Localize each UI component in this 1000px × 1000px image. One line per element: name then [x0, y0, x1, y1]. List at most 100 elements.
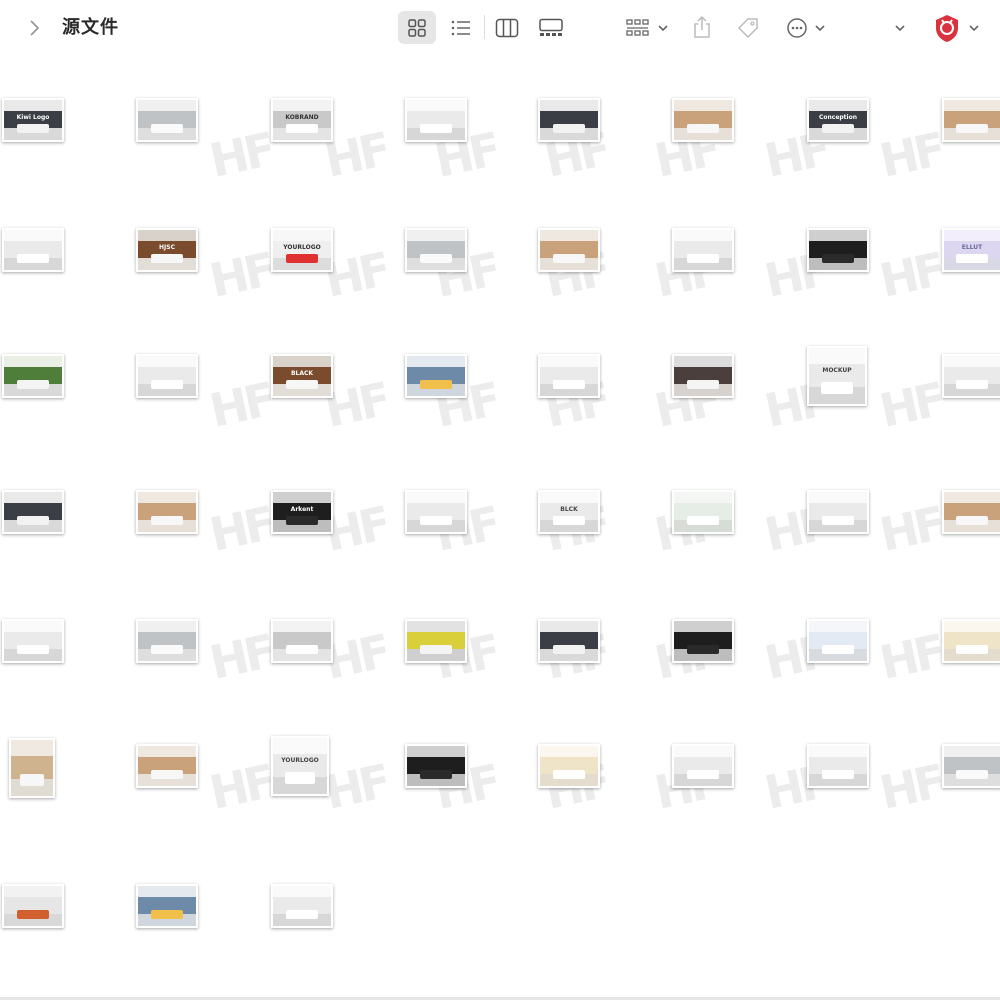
reception-desk — [284, 771, 316, 784]
watermark: HF — [205, 372, 277, 438]
file-thumbnail[interactable] — [405, 619, 467, 663]
file-thumbnail[interactable] — [405, 228, 467, 272]
file-thumbnail[interactable] — [942, 619, 1000, 663]
file-thumbnail[interactable] — [807, 228, 869, 272]
mockup-image — [674, 100, 732, 140]
group-grid-icon — [626, 18, 649, 36]
file-thumbnail[interactable]: Kiwi Logo — [2, 98, 64, 142]
ceiling — [407, 621, 465, 633]
file-thumbnail[interactable] — [672, 490, 734, 534]
reception-desk — [686, 124, 720, 133]
file-thumbnail[interactable]: Arkent — [271, 490, 333, 534]
mockup-image — [809, 492, 867, 532]
file-thumbnail[interactable] — [136, 354, 198, 398]
file-thumbnail[interactable]: YOURLOGO — [271, 736, 329, 796]
file-thumbnail[interactable] — [2, 490, 64, 534]
file-thumbnail[interactable] — [136, 884, 198, 928]
file-thumbnail[interactable] — [807, 490, 869, 534]
file-thumbnail[interactable]: HJSC — [136, 228, 198, 272]
file-thumbnail[interactable] — [942, 354, 1000, 398]
mockup-image — [674, 746, 732, 786]
file-thumbnail[interactable] — [136, 98, 198, 142]
ceiling — [540, 356, 598, 368]
file-thumbnail[interactable]: Conception — [807, 98, 869, 142]
file-thumbnail[interactable] — [2, 884, 64, 928]
mockup-image — [944, 492, 1000, 532]
reception-desk — [285, 254, 319, 263]
ellipsis-circle-icon — [787, 17, 807, 38]
file-thumbnail[interactable] — [271, 619, 333, 663]
mockup-image — [540, 356, 598, 396]
list-view-button[interactable] — [444, 11, 478, 44]
file-thumbnail[interactable] — [672, 228, 734, 272]
extension-button[interactable] — [928, 9, 984, 47]
file-thumbnail[interactable]: BLACK — [271, 354, 333, 398]
file-thumbnail[interactable] — [538, 228, 600, 272]
file-thumbnail[interactable] — [405, 98, 467, 142]
file-thumbnail[interactable] — [942, 98, 1000, 142]
reception-desk — [821, 381, 853, 394]
file-thumbnail[interactable] — [538, 744, 600, 788]
file-thumbnail[interactable] — [136, 619, 198, 663]
mockup-image — [809, 230, 867, 270]
file-thumbnail[interactable]: ELLUT — [942, 228, 1000, 272]
file-thumbnail[interactable] — [2, 228, 64, 272]
file-thumbnail[interactable] — [136, 744, 198, 788]
mockup-image — [4, 230, 62, 270]
file-thumbnail[interactable]: KOBRAND — [271, 98, 333, 142]
file-thumbnail[interactable] — [807, 619, 869, 663]
mockup-image — [4, 886, 62, 926]
mockup-image — [809, 621, 867, 661]
more-actions-button[interactable] — [782, 11, 830, 44]
file-thumbnail[interactable] — [942, 490, 1000, 534]
file-thumbnail[interactable] — [405, 354, 467, 398]
toolbar-overflow-button[interactable] — [888, 11, 912, 44]
file-thumbnail[interactable]: BLCK — [538, 490, 600, 534]
tag-button[interactable] — [732, 11, 764, 44]
mockup-logo-text: YOURLOGO — [281, 757, 319, 765]
grid-view-button[interactable] — [398, 11, 436, 44]
ceiling — [273, 886, 331, 898]
file-thumbnail[interactable] — [538, 619, 600, 663]
ceiling — [540, 746, 598, 758]
file-thumbnail[interactable] — [672, 619, 734, 663]
file-thumbnail[interactable] — [672, 354, 734, 398]
file-thumbnail[interactable]: MOCKUP — [807, 346, 867, 406]
file-thumbnail[interactable] — [672, 744, 734, 788]
file-thumbnail[interactable] — [942, 744, 1000, 788]
ceiling — [944, 621, 1000, 633]
file-thumbnail[interactable] — [2, 619, 64, 663]
mockup-image — [138, 746, 196, 786]
ceiling — [4, 492, 62, 504]
watermark: HF — [875, 496, 947, 562]
file-thumbnail[interactable] — [538, 354, 600, 398]
gallery-view-button[interactable] — [533, 11, 569, 44]
ceiling — [674, 492, 732, 504]
mockup-image — [674, 230, 732, 270]
file-thumbnail[interactable] — [405, 490, 467, 534]
chevron-down-icon — [815, 24, 825, 31]
file-thumbnail[interactable] — [9, 738, 55, 798]
column-view-button[interactable] — [490, 11, 524, 44]
share-button[interactable] — [688, 9, 716, 45]
ceiling — [407, 230, 465, 242]
back-button[interactable] — [24, 14, 44, 42]
file-thumbnail[interactable]: YOURLOGO — [271, 228, 333, 272]
file-thumbnail[interactable] — [538, 98, 600, 142]
mockup-image — [944, 621, 1000, 661]
file-thumbnail[interactable] — [2, 354, 64, 398]
file-thumbnail[interactable] — [672, 98, 734, 142]
group-by-button[interactable] — [622, 11, 672, 44]
reception-desk — [150, 380, 184, 389]
reception-desk — [956, 645, 988, 654]
list-view-icon — [451, 20, 470, 35]
file-thumbnail[interactable] — [136, 490, 198, 534]
file-thumbnail[interactable] — [271, 884, 333, 928]
mockup-image — [407, 230, 465, 270]
ceiling — [4, 886, 62, 898]
reception-desk — [16, 910, 50, 919]
mockup-image — [4, 492, 62, 532]
watermark: HF — [205, 242, 277, 308]
file-thumbnail[interactable] — [405, 744, 467, 788]
file-thumbnail[interactable] — [807, 744, 869, 788]
